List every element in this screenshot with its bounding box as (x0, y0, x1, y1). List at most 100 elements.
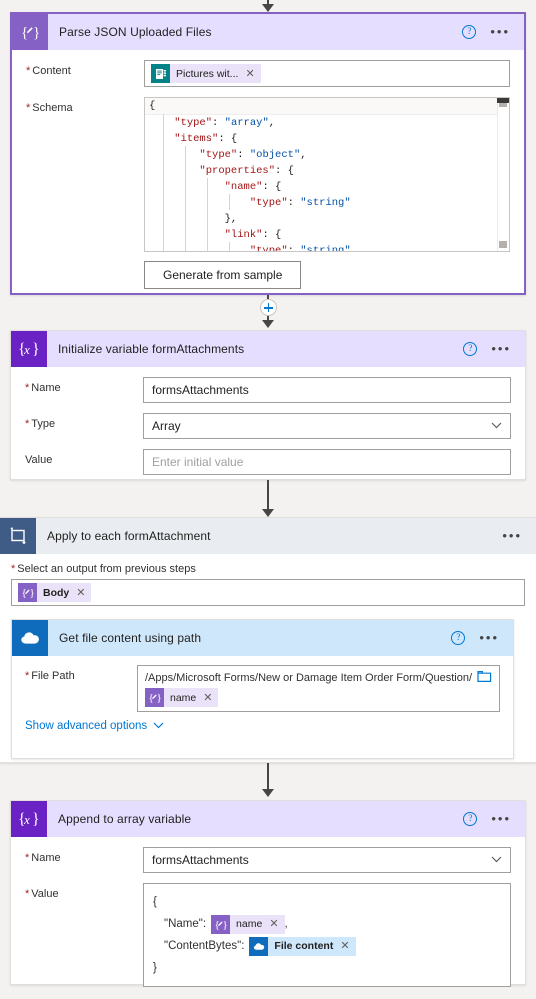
field-name: * Name formsAttachments (25, 377, 511, 403)
card-actions: ? ••• (463, 342, 525, 356)
token-pictures[interactable]: Pictures wit... ✕ (151, 64, 261, 83)
variable-name-input[interactable]: formsAttachments (143, 377, 511, 403)
help-icon[interactable]: ? (462, 25, 477, 39)
field-schema: * Schema { "type": "array", "items": { "t… (26, 97, 510, 289)
more-menu-icon[interactable]: ••• (490, 25, 510, 38)
card-get-file-content[interactable]: Get file content using path ? ••• * File … (11, 619, 514, 759)
svg-text:}: } (223, 919, 228, 931)
connector-1-2 (256, 295, 280, 328)
connector-top (256, 0, 280, 12)
required-asterisk: * (26, 102, 31, 114)
connector-3-4 (256, 763, 280, 797)
card-body-parse-json: * Content Pictures wit... ✕ * Schema {"… (12, 50, 524, 313)
card-header-parse-json[interactable]: { } Parse JSON Uploaded Files ? ••• (12, 14, 524, 50)
card-header-apply-to-each[interactable]: Apply to each formAttachment ••• (0, 518, 536, 554)
svg-text:}: } (32, 341, 40, 358)
variable-braces-x-icon: { x } (11, 801, 47, 837)
field-content: * Content Pictures wit... ✕ (26, 60, 510, 87)
flow-designer-canvas: { } Parse JSON Uploaded Files ? ••• * Con… (0, 0, 536, 999)
card-header-append-to-array[interactable]: { x } Append to array variable ? ••• (11, 801, 525, 837)
field-label-value: * Value (25, 888, 59, 900)
card-body-get-file-content: * File Path /Apps/Microsoft Forms/New or … (12, 656, 513, 742)
code-line: "type": "string" (249, 245, 351, 252)
required-asterisk: * (26, 65, 31, 77)
output-selector-input[interactable]: { } Body ✕ (11, 579, 525, 606)
required-asterisk: * (25, 670, 30, 682)
more-menu-icon[interactable]: ••• (491, 812, 511, 825)
append-value-editor[interactable]: { "Name": { } (143, 883, 511, 987)
card-body-append-to-array: * Name formsAttachments * Value {"Name"… (11, 837, 525, 999)
card-initialize-variable[interactable]: { x } Initialize variable formAttachment… (10, 330, 526, 480)
insert-step-button[interactable] (259, 299, 277, 316)
chevron-down-icon[interactable] (491, 855, 502, 866)
card-title: Apply to each formAttachment (47, 529, 211, 543)
output-selector-label: * Select an output from previous steps (11, 563, 196, 575)
variable-type-value: Array (152, 419, 181, 433)
more-menu-icon[interactable]: ••• (479, 631, 499, 644)
help-icon[interactable]: ? (451, 631, 466, 645)
field-label-value: Value (25, 454, 53, 466)
variable-value-input[interactable]: Enter initial value (143, 449, 511, 475)
more-menu-icon[interactable]: ••• (502, 529, 522, 542)
help-icon[interactable]: ? (463, 342, 478, 356)
variable-braces-x-icon: { x } (11, 331, 47, 367)
field-control-content: Pictures wit... ✕ (144, 60, 510, 87)
close-icon[interactable]: ✕ (203, 691, 218, 704)
close-icon[interactable]: ✕ (245, 67, 260, 80)
field-file-path: * File Path /Apps/Microsoft Forms/New or … (25, 665, 500, 712)
required-asterisk: * (11, 563, 16, 575)
code-line: "type": "array", (174, 117, 276, 129)
json-key-name: "Name": (164, 918, 207, 930)
close-icon[interactable]: ✕ (76, 586, 91, 599)
close-icon[interactable]: ✕ (340, 935, 355, 957)
field-control-name: formsAttachments (143, 377, 511, 403)
content-input[interactable]: Pictures wit... ✕ (144, 60, 510, 87)
svg-text:}: } (32, 811, 40, 828)
token-label: Pictures wit... (176, 67, 239, 80)
append-variable-name-select[interactable]: formsAttachments (143, 847, 511, 873)
token-body[interactable]: { } Body ✕ (18, 583, 92, 602)
help-icon[interactable]: ? (463, 812, 478, 826)
schema-scrollbar[interactable] (497, 98, 509, 251)
show-advanced-options-link[interactable]: Show advanced options (25, 720, 147, 732)
schema-code-editor[interactable]: { "type": "array", "items": { "type": "o… (144, 97, 510, 252)
json-close-brace: } (153, 962, 157, 974)
token-file-content[interactable]: File content ✕ (249, 935, 356, 957)
field-value: * Value { "Name": {name ✕ , "ContentByt… (25, 883, 511, 987)
token-name[interactable]: { } name ✕ (211, 913, 285, 935)
token-label: name (170, 691, 197, 704)
more-menu-icon[interactable]: ••• (491, 342, 511, 355)
variable-type-select[interactable]: Array (143, 413, 511, 439)
card-header-get-file-content[interactable]: Get file content using path ? ••• (12, 620, 513, 656)
required-asterisk: * (25, 418, 30, 430)
code-line: "link": { (224, 229, 282, 241)
card-apply-to-each[interactable]: Apply to each formAttachment ••• * Select… (0, 517, 536, 763)
chevron-down-icon[interactable] (491, 421, 502, 432)
token-label: File content (274, 940, 334, 952)
value-line: "Name": { } name (153, 913, 501, 935)
folder-icon[interactable] (477, 670, 492, 686)
card-parse-json[interactable]: { } Parse JSON Uploaded Files ? ••• * Con… (10, 12, 526, 295)
file-path-input[interactable]: /Apps/Microsoft Forms/New or Damage Item… (137, 665, 500, 712)
code-line: { (145, 98, 509, 115)
card-header-initialize-variable[interactable]: { x } Initialize variable formAttachment… (11, 331, 525, 367)
file-path-text: /Apps/Microsoft Forms/New or Damage Item… (145, 672, 473, 684)
code-line: }, (149, 213, 238, 225)
field-label-schema: * Schema (26, 102, 73, 114)
value-line: "ContentBytes": File content ✕ (153, 935, 501, 957)
onedrive-icon (249, 936, 269, 956)
card-append-to-array[interactable]: { x } Append to array variable ? ••• * Na… (10, 800, 526, 987)
chevron-down-icon[interactable] (153, 720, 164, 732)
close-icon[interactable]: ✕ (269, 913, 284, 935)
svg-text:}: } (157, 692, 162, 704)
card-title: Parse JSON Uploaded Files (59, 25, 212, 39)
field-control-type: Array (143, 413, 511, 439)
card-title: Initialize variable formAttachments (58, 342, 245, 356)
code-line: "properties": { (199, 165, 294, 177)
generate-from-sample-button[interactable]: Generate from sample (144, 261, 302, 289)
expression-icon: { } (18, 583, 37, 602)
field-label-type: * Type (25, 418, 56, 430)
expression-icon: { } (211, 914, 231, 934)
token-name[interactable]: { } name ✕ (145, 688, 219, 707)
card-body-initialize-variable: * Name formsAttachments * Type Array Val… (11, 367, 525, 489)
